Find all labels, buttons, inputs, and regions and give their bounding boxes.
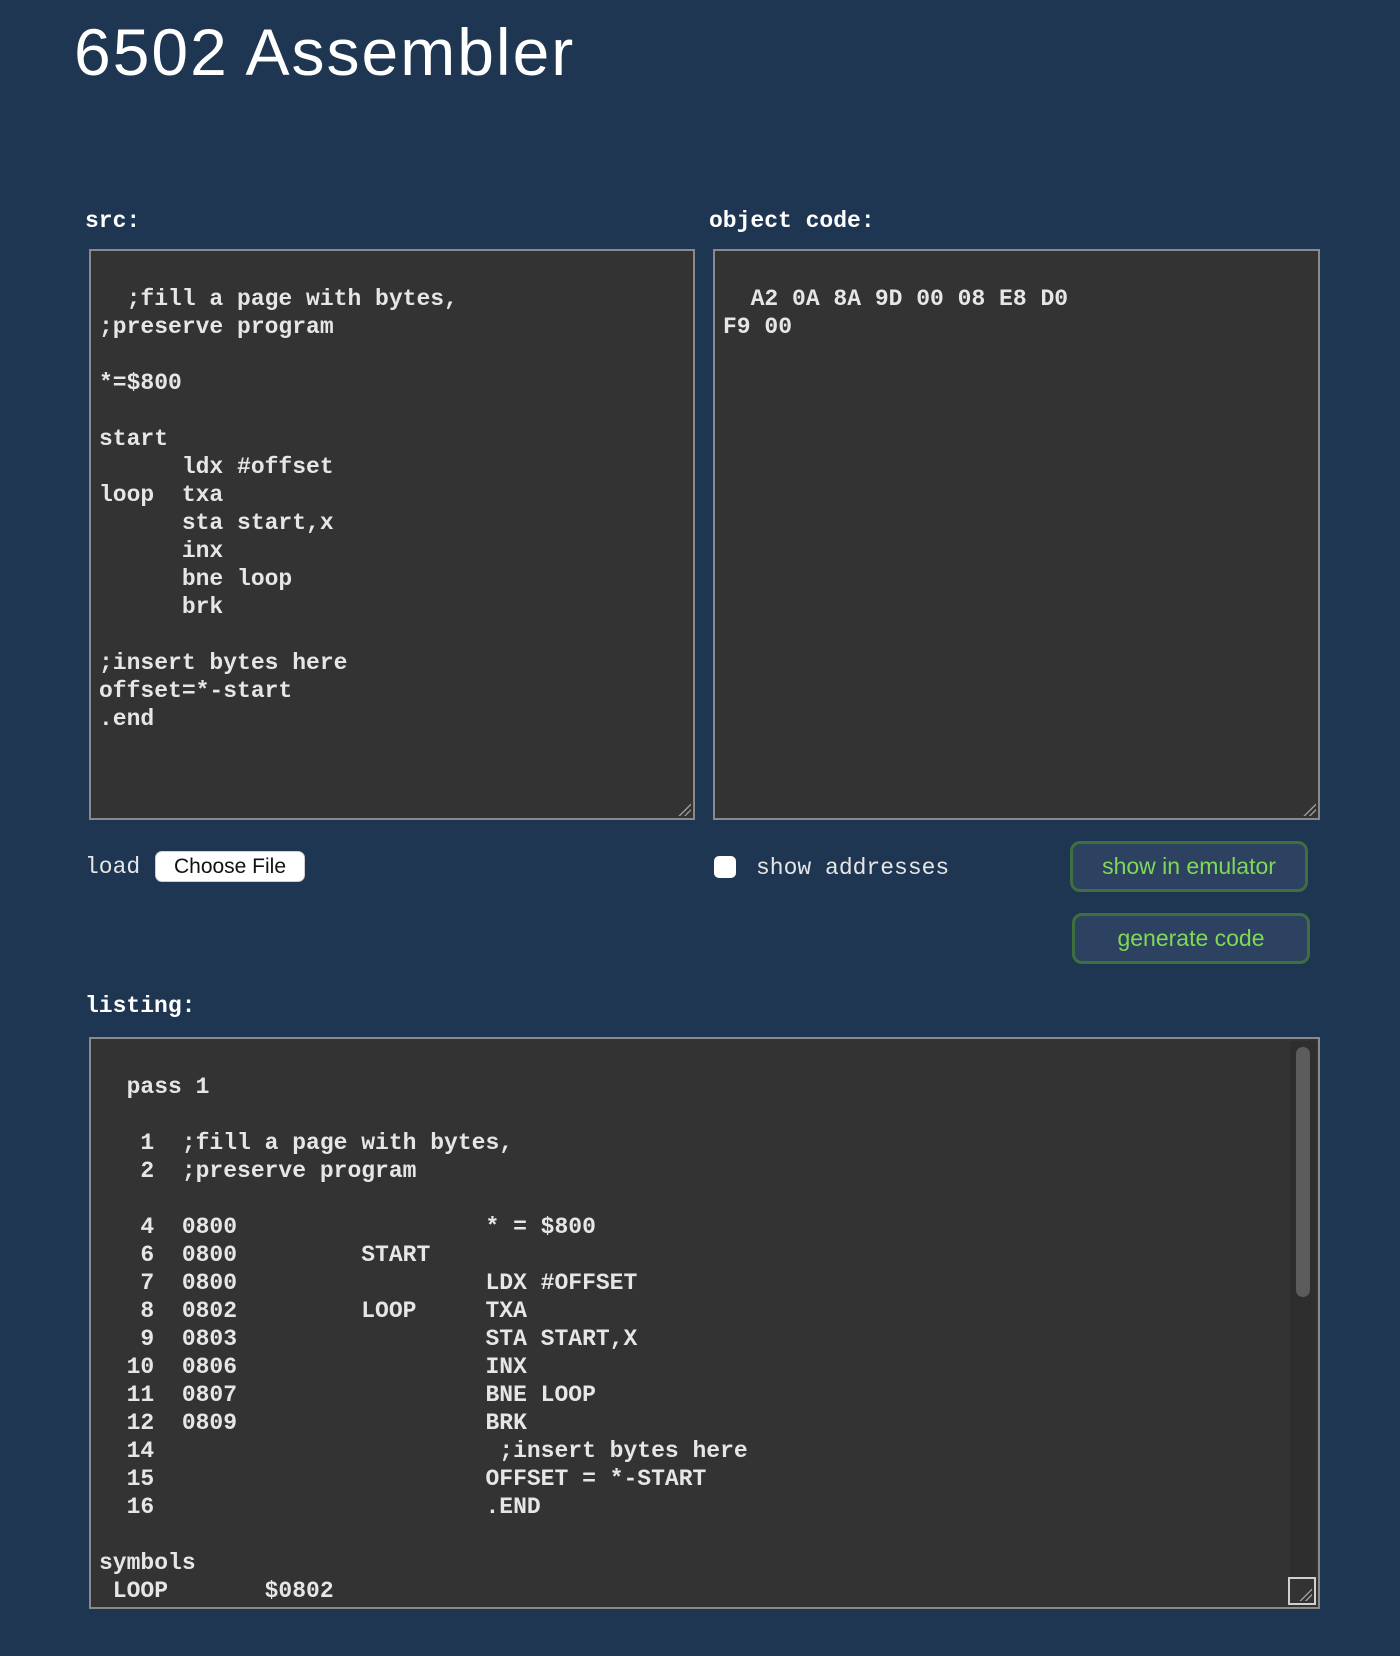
listing-resize-grip-icon: [1298, 1587, 1312, 1601]
show-addresses-checkbox[interactable]: [714, 856, 736, 878]
listing-scroll-thumb[interactable]: [1296, 1047, 1310, 1297]
listing-textarea[interactable]: pass 1 1 ;fill a page with bytes, 2 ;pre…: [89, 1037, 1320, 1609]
show-addresses-label: show addresses: [756, 855, 950, 881]
src-label: src:: [85, 208, 141, 234]
load-label: load: [85, 854, 141, 880]
object-code-textarea[interactable]: A2 0A 8A 9D 00 08 E8 D0 F9 00: [713, 249, 1320, 820]
listing-resize-handle[interactable]: [1288, 1577, 1316, 1605]
object-code-text: A2 0A 8A 9D 00 08 E8 D0 F9 00: [723, 286, 1069, 340]
src-resize-handle[interactable]: [677, 802, 691, 816]
generate-code-button[interactable]: generate code: [1072, 913, 1310, 964]
object-code-label: object code:: [709, 208, 875, 234]
src-code: ;fill a page with bytes, ;preserve progr…: [99, 286, 458, 732]
show-in-emulator-button[interactable]: show in emulator: [1070, 841, 1308, 892]
choose-file-button[interactable]: Choose File: [155, 851, 305, 882]
listing-text: pass 1 1 ;fill a page with bytes, 2 ;pre…: [99, 1074, 748, 1607]
object-code-resize-handle[interactable]: [1302, 802, 1316, 816]
listing-scrollbar[interactable]: [1290, 1041, 1316, 1605]
page-title: 6502 Assembler: [74, 15, 576, 89]
listing-label: listing:: [85, 993, 196, 1019]
src-textarea[interactable]: ;fill a page with bytes, ;preserve progr…: [89, 249, 695, 820]
